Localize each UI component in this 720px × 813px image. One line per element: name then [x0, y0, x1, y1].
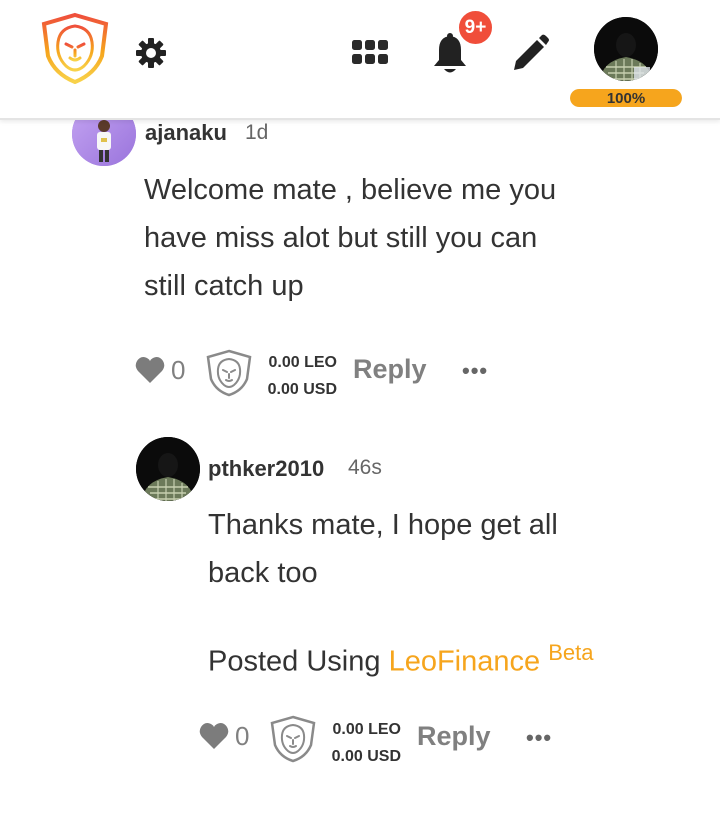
leo-lion-icon — [206, 349, 252, 397]
payout-usd: 0.00 USD — [252, 376, 337, 403]
comment-body-line: back too — [208, 557, 318, 589]
beta-tag: Beta — [548, 640, 594, 665]
comment-body-line: Welcome mate , believe me you — [144, 174, 557, 206]
gear-icon[interactable] — [134, 36, 168, 70]
notification-count-badge[interactable]: 9+ — [457, 9, 494, 46]
leo-lion-icon — [270, 715, 316, 763]
payout-usd: 0.00 USD — [316, 743, 401, 770]
comment-body-line: still catch up — [144, 270, 304, 302]
reply-button[interactable]: Reply — [417, 721, 491, 752]
progress-label: 100% — [606, 89, 646, 107]
heart-icon[interactable] — [199, 722, 229, 750]
apps-grid-icon[interactable] — [352, 40, 388, 66]
payout-values: 0.00 LEO 0.00 USD — [316, 716, 401, 770]
like-count: 0 — [171, 355, 186, 385]
like-count: 0 — [235, 721, 250, 751]
comment-author-avatar[interactable] — [136, 437, 200, 501]
heart-icon[interactable] — [135, 356, 165, 384]
payout-leo-amount: 0.00 — [268, 354, 300, 371]
more-options-button[interactable]: ••• — [462, 358, 488, 384]
top-nav-bar: 9+ 100% — [0, 0, 720, 120]
comment-body: Thanks mate, I hope get all back too — [208, 501, 688, 597]
reply-button[interactable]: Reply — [353, 354, 427, 385]
comment-body: Welcome mate , believe me you have miss … — [144, 166, 684, 310]
comment-username[interactable]: ajanaku — [145, 120, 227, 146]
profile-completion-progress-bar: 100% — [570, 89, 682, 107]
comment-timestamp[interactable]: 46s — [348, 456, 382, 480]
payout-usd-unit: USD — [367, 748, 401, 765]
comment-timestamp[interactable]: 1d — [245, 121, 268, 145]
posted-using-prefix: Posted Using — [208, 645, 381, 678]
payout-leo-unit: LEO — [304, 354, 337, 371]
pencil-icon[interactable] — [510, 34, 550, 74]
leofinance-logo-icon[interactable] — [40, 12, 110, 85]
posted-using-line: Posted Using LeoFinance Beta — [208, 629, 688, 686]
payout-leo-amount: 0.00 — [332, 721, 364, 738]
payout-leo: 0.00 LEO — [316, 716, 401, 743]
payout-usd-amount: 0.00 — [267, 381, 299, 398]
comment-username[interactable]: pthker2010 — [208, 456, 324, 482]
user-avatar[interactable] — [594, 17, 658, 81]
payout-leo: 0.00 LEO — [252, 349, 337, 376]
comment-body-line: Thanks mate, I hope get all — [208, 509, 558, 541]
payout-leo-unit: LEO — [368, 721, 401, 738]
leofinance-link[interactable]: LeoFinance — [389, 646, 541, 678]
more-options-button[interactable]: ••• — [526, 725, 552, 751]
payout-usd-unit: USD — [303, 381, 337, 398]
comment-body-line: have miss alot but still you can — [144, 222, 538, 254]
payout-usd-amount: 0.00 — [331, 748, 363, 765]
payout-values: 0.00 LEO 0.00 USD — [252, 349, 337, 403]
